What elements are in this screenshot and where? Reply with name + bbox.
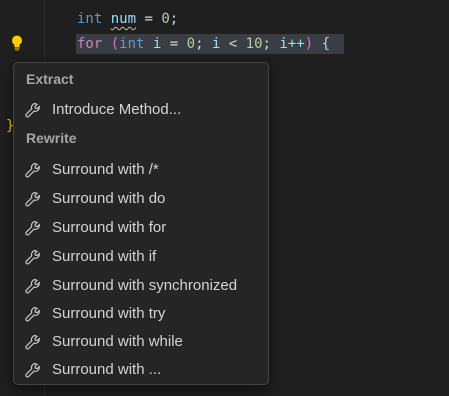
close-paren: ) (304, 36, 314, 52)
quick-fix-menu: Extract Introduce Method... Rewrite Surr… (13, 62, 269, 385)
menu-item-surround-while[interactable]: Surround with while (14, 327, 268, 356)
menu-item-label: Surround with synchronized (52, 277, 238, 294)
section-extract-label: Extract (26, 71, 74, 87)
wrench-icon (25, 278, 40, 294)
assign-operator: = (161, 36, 187, 52)
compare-operator: < (220, 36, 246, 52)
menu-item-label: Introduce Method... (52, 101, 182, 118)
wrench-icon (25, 306, 40, 322)
menu-item-label: Surround with do (52, 190, 166, 207)
menu-item-surround-do[interactable]: Surround with do (14, 184, 268, 213)
increment: i++ (279, 36, 305, 52)
type-keyword: int (119, 36, 145, 52)
wrench-icon (25, 334, 40, 350)
open-paren: ( (110, 36, 120, 52)
assign-operator: = (136, 11, 162, 27)
code-line-2[interactable]: for (int i = 0; i < 10; i++) { (77, 33, 330, 55)
code-line-1[interactable]: int num = 0; (77, 8, 178, 30)
init-value: 0 (186, 36, 196, 52)
menu-item-label: Surround with while (52, 333, 183, 350)
wrench-icon (25, 102, 40, 118)
wrench-icon (25, 162, 40, 178)
menu-item-label: Surround with if (52, 248, 157, 265)
for-keyword: for (77, 36, 103, 52)
variable-num: num (110, 11, 137, 27)
menu-item-label: Surround with ... (52, 361, 162, 378)
separator: ; (195, 36, 212, 52)
section-rewrite-label: Rewrite (26, 130, 77, 146)
number-literal: 0 (161, 11, 170, 27)
condition-value: 10 (245, 36, 263, 52)
wrench-icon (25, 220, 40, 236)
lightbulb-icon[interactable] (10, 34, 24, 52)
wrench-icon (25, 191, 40, 207)
menu-item-surround-comment[interactable]: Surround with /* (14, 155, 268, 184)
menu-item-label: Surround with for (52, 219, 167, 236)
menu-item-surround-more[interactable]: Surround with ... (14, 355, 268, 384)
menu-item-surround-if[interactable]: Surround with if (14, 242, 268, 271)
wrench-icon (25, 249, 40, 265)
wrench-icon (25, 362, 40, 378)
menu-item-label: Surround with try (52, 305, 166, 322)
menu-item-introduce-method[interactable]: Introduce Method... (14, 95, 268, 124)
separator: ; (262, 36, 280, 52)
semicolon: ; (169, 11, 179, 27)
menu-item-surround-synchronized[interactable]: Surround with synchronized (14, 271, 268, 300)
menu-item-surround-try[interactable]: Surround with try (14, 299, 268, 328)
type-keyword: int (77, 11, 103, 27)
menu-item-surround-for[interactable]: Surround with for (14, 213, 268, 242)
menu-item-label: Surround with /* (52, 161, 159, 178)
open-brace: { (321, 36, 330, 52)
